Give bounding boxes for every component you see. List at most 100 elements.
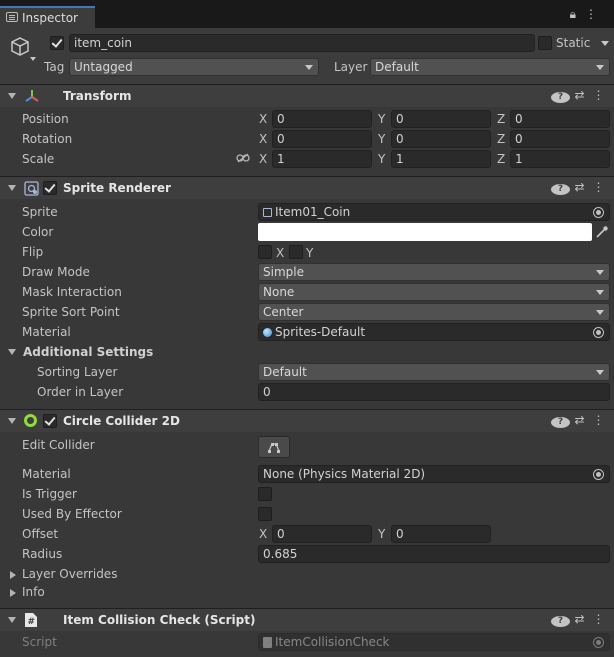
position-y-axis: Y (378, 112, 386, 126)
mask-interaction-dropdown[interactable]: None (258, 283, 610, 301)
tab-inspector[interactable]: Inspector (0, 6, 95, 28)
position-x-axis: X (259, 112, 268, 126)
rotation-y-axis: Y (378, 132, 386, 146)
svg-text:#: # (28, 617, 36, 627)
sprite-field[interactable]: Item01_Coin (258, 203, 610, 221)
object-picker-icon (593, 637, 604, 648)
circle-collider-header-icons: ? ⇄ ⋮ (551, 413, 608, 428)
material-value: Sprites-Default (275, 325, 366, 339)
sprite-value: Item01_Coin (275, 205, 351, 219)
position-x-field[interactable]: 0 (272, 110, 372, 128)
cube-dropdown-icon[interactable] (30, 57, 36, 61)
sprite-renderer-header[interactable]: Sprite Renderer ? ⇄ ⋮ (0, 176, 614, 199)
flip-y-checkbox[interactable] (289, 245, 303, 259)
static-dropdown-icon[interactable] (601, 41, 609, 46)
static-checkbox[interactable] (538, 36, 552, 50)
radius-field[interactable]: 0.685 (258, 545, 610, 563)
color-swatch[interactable] (258, 223, 592, 241)
scale-y-field[interactable]: 1 (391, 150, 491, 168)
circle-collider-enabled-checkbox[interactable] (43, 414, 57, 428)
rotation-y-field[interactable]: 0 (391, 130, 491, 148)
used-by-effector-label: Used By Effector (22, 507, 122, 521)
presets-icon[interactable]: ⇄ (570, 612, 589, 626)
context-menu-icon[interactable]: ⋮ (589, 180, 608, 194)
scale-z-field[interactable]: 1 (510, 150, 610, 168)
tab-inspector-label: Inspector (22, 11, 78, 25)
object-picker-icon[interactable] (593, 207, 604, 218)
scale-y-axis: Y (378, 152, 386, 166)
transform-header-icons: ? ⇄ ⋮ (551, 88, 608, 103)
scale-x-field[interactable]: 1 (272, 150, 372, 168)
layer-overrides-foldout-icon[interactable] (10, 571, 16, 579)
presets-icon[interactable]: ⇄ (570, 88, 589, 102)
script-field: ItemCollisionCheck (258, 633, 610, 651)
sorting-layer-dropdown[interactable]: Default (258, 363, 610, 381)
order-in-layer-field[interactable]: 0 (258, 383, 610, 401)
presets-icon[interactable]: ⇄ (570, 413, 589, 427)
edit-shape-icon (268, 443, 280, 453)
additional-settings-label[interactable]: Additional Settings (23, 345, 153, 359)
context-menu-icon[interactable]: ⋮ (589, 88, 608, 102)
transform-header[interactable]: Transform ? ⇄ ⋮ (0, 84, 614, 107)
info-label[interactable]: Info (22, 585, 45, 599)
script-header-icons: ? ⇄ ⋮ (551, 612, 608, 627)
rotation-x-field[interactable]: 0 (272, 130, 372, 148)
draw-mode-dropdown[interactable]: Simple (258, 263, 610, 281)
is-trigger-checkbox[interactable] (258, 487, 272, 501)
script-component-title: Item Collision Check (Script) (63, 613, 256, 627)
constrain-proportions-icon[interactable] (236, 153, 250, 163)
gameobject-cube-icon[interactable] (9, 36, 31, 58)
position-y-field[interactable]: 0 (391, 110, 491, 128)
gameobject-name-field[interactable]: item_coin (69, 34, 535, 52)
circle-collider-icon (24, 414, 37, 427)
collider-material-field[interactable]: None (Physics Material 2D) (258, 465, 610, 483)
eyedropper-icon[interactable] (595, 225, 609, 239)
scale-x-axis: X (259, 152, 268, 166)
transform-foldout-icon[interactable] (8, 93, 16, 99)
rotation-z-field[interactable]: 0 (510, 130, 610, 148)
menu-icon[interactable]: ⋮ (585, 7, 606, 21)
tag-dropdown[interactable]: Untagged (69, 58, 319, 76)
offset-y-field[interactable]: 0 (391, 525, 491, 543)
sprite-sort-point-dropdown[interactable]: Center (258, 303, 610, 321)
object-picker-icon[interactable] (593, 469, 604, 480)
presets-icon[interactable]: ⇄ (570, 180, 589, 194)
flip-x-checkbox[interactable] (258, 245, 272, 259)
circle-collider-header[interactable]: Circle Collider 2D ? ⇄ ⋮ (0, 409, 614, 432)
help-icon[interactable]: ? (551, 180, 570, 195)
help-icon[interactable]: ? (551, 612, 570, 627)
offset-x-field[interactable]: 0 (272, 525, 372, 543)
used-by-effector-checkbox[interactable] (258, 507, 272, 521)
flip-label: Flip (22, 245, 44, 259)
circle-collider-foldout-icon[interactable] (8, 418, 16, 424)
sprite-renderer-foldout-icon[interactable] (8, 185, 16, 191)
info-foldout-icon[interactable] (10, 589, 16, 597)
layer-dropdown[interactable]: Default (370, 58, 610, 76)
script-foldout-icon[interactable] (8, 617, 16, 623)
context-menu-icon[interactable]: ⋮ (589, 413, 608, 427)
sorting-layer-label: Sorting Layer (37, 365, 118, 379)
offset-x-axis: X (259, 527, 268, 541)
sprite-renderer-enabled-checkbox[interactable] (43, 181, 57, 195)
context-menu-icon[interactable]: ⋮ (589, 612, 608, 626)
additional-settings-foldout-icon[interactable] (8, 349, 16, 355)
help-icon[interactable]: ? (551, 88, 570, 103)
edit-collider-button[interactable] (258, 436, 290, 458)
script-label: Script (22, 635, 57, 649)
material-field[interactable]: Sprites-Default (258, 323, 610, 341)
layer-overrides-label[interactable]: Layer Overrides (22, 567, 117, 581)
collider-material-value: None (Physics Material 2D) (263, 467, 426, 481)
script-icon: # (25, 613, 37, 627)
position-z-field[interactable]: 0 (510, 110, 610, 128)
script-component-header[interactable]: # Item Collision Check (Script) ? ⇄ ⋮ (0, 608, 614, 631)
lock-icon[interactable]: 🔒︎ (570, 7, 585, 21)
material-asset-icon (263, 328, 272, 337)
help-icon[interactable]: ? (551, 413, 570, 428)
object-picker-icon[interactable] (593, 327, 604, 338)
rotation-x-axis: X (259, 132, 268, 146)
edit-collider-label: Edit Collider (22, 438, 95, 452)
collider-material-label: Material (22, 467, 71, 481)
position-label: Position (22, 112, 69, 126)
active-checkbox[interactable] (50, 36, 64, 50)
order-in-layer-label: Order in Layer (37, 385, 124, 399)
